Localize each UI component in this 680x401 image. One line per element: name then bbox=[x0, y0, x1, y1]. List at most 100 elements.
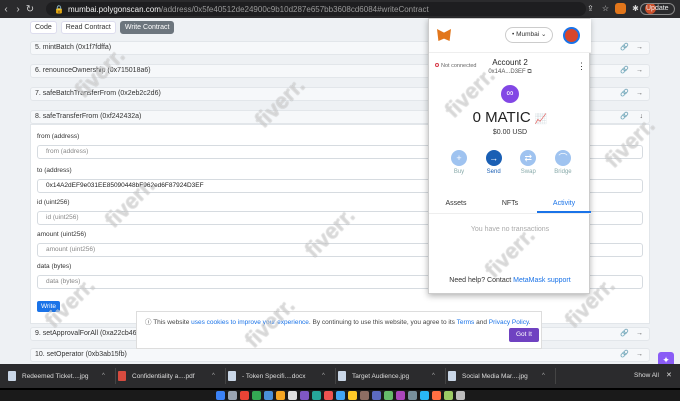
show-all-button[interactable]: Show All bbox=[634, 372, 659, 379]
link-icon[interactable]: 🔗 bbox=[620, 111, 629, 123]
function-row-setoperator[interactable]: 10. setOperator (0xb3ab15fb) 🔗 → bbox=[30, 348, 650, 362]
url-bar[interactable]: 🔒 mumbai.polygonscan.com /address/0x5fe4… bbox=[46, 2, 586, 16]
swap-icon: ⇄ bbox=[520, 150, 537, 166]
cookie-policy-link[interactable]: uses cookies to improve your experience bbox=[191, 319, 309, 326]
function-label: 8. safeTransferFrom (0xf242432a) bbox=[35, 113, 142, 120]
swap-button[interactable]: ⇄ Swap bbox=[516, 150, 540, 175]
account-name[interactable]: Account 2 bbox=[429, 58, 591, 67]
app-icon[interactable] bbox=[395, 391, 405, 400]
update-button[interactable]: Update bbox=[640, 3, 675, 15]
account-menu-icon[interactable]: ⋮ bbox=[577, 61, 586, 72]
calendar-icon[interactable] bbox=[287, 391, 297, 400]
notes-icon[interactable] bbox=[275, 391, 285, 400]
metamask-header: • Mumbai ⌄ bbox=[429, 19, 591, 53]
help-text: Need help? Contact bbox=[449, 277, 514, 284]
metamask-fox-icon[interactable] bbox=[615, 3, 626, 14]
bridge-button[interactable]: ⌒ Bridge bbox=[551, 150, 575, 175]
app-icon[interactable] bbox=[383, 391, 393, 400]
share-icon[interactable]: ⇪ bbox=[585, 3, 596, 14]
tab-write-contract[interactable]: Write Contract bbox=[119, 21, 175, 34]
star-icon[interactable]: ☆ bbox=[600, 3, 611, 14]
reload-icon[interactable]: ↻ bbox=[24, 4, 36, 15]
download-item[interactable]: - Token Specifi....docx ^ bbox=[228, 368, 336, 384]
messages-icon[interactable] bbox=[251, 391, 261, 400]
metamask-tabs: Assets NFTs Activity bbox=[429, 194, 591, 214]
app-icon[interactable] bbox=[299, 391, 309, 400]
tab-activity[interactable]: Activity bbox=[537, 194, 591, 213]
link-icon[interactable]: 🔗 bbox=[620, 328, 629, 340]
wallet-actions: + Buy → Send ⇄ Swap ⌒ Bridge bbox=[447, 150, 575, 175]
buy-button[interactable]: + Buy bbox=[447, 150, 471, 175]
function-label: 5. mintBatch (0x1f7fdffa) bbox=[35, 44, 112, 51]
arrow-right-icon[interactable]: → bbox=[636, 88, 643, 100]
finder-icon[interactable] bbox=[215, 391, 225, 400]
app-icon[interactable] bbox=[335, 391, 345, 400]
app-icon[interactable] bbox=[443, 391, 453, 400]
plus-icon: + bbox=[451, 150, 467, 166]
terms-link[interactable]: Terms bbox=[457, 319, 475, 326]
tab-read-contract[interactable]: Read Contract bbox=[60, 21, 116, 34]
arrow-right-icon[interactable]: → bbox=[636, 349, 643, 361]
app-icon[interactable] bbox=[347, 391, 357, 400]
link-icon[interactable]: 🔗 bbox=[620, 42, 629, 54]
close-icon[interactable]: ✕ bbox=[666, 371, 672, 379]
arrow-right-icon[interactable]: → bbox=[636, 42, 643, 54]
send-button[interactable]: → Send bbox=[482, 150, 506, 175]
chrome-icon[interactable] bbox=[239, 391, 249, 400]
file-icon bbox=[228, 371, 236, 381]
balance-value: 0 MATIC bbox=[472, 109, 531, 126]
data-label: data (bytes) bbox=[37, 263, 72, 270]
app-icon[interactable] bbox=[431, 391, 441, 400]
download-filename: - Token Specifi....docx bbox=[242, 372, 306, 380]
chevron-up-icon[interactable]: ^ bbox=[432, 373, 435, 379]
tab-assets[interactable]: Assets bbox=[429, 194, 483, 213]
back-icon[interactable]: ‹ bbox=[0, 4, 12, 15]
app-icon[interactable] bbox=[323, 391, 333, 400]
chevron-up-icon[interactable]: ^ bbox=[102, 373, 105, 379]
download-item[interactable]: Confidentiality a....pdf ^ bbox=[118, 368, 226, 384]
account-avatar[interactable] bbox=[563, 27, 580, 44]
account-address[interactable]: 0x14A...D3EF ⧉ bbox=[429, 69, 591, 76]
launchpad-icon[interactable] bbox=[227, 391, 237, 400]
network-selector[interactable]: • Mumbai ⌄ bbox=[505, 27, 553, 43]
cookie-banner: ⓘ This website uses cookies to improve y… bbox=[136, 311, 542, 349]
app-icon[interactable] bbox=[311, 391, 321, 400]
download-item[interactable]: Target Audience.jpg ^ bbox=[338, 368, 446, 384]
chevron-up-icon[interactable]: ^ bbox=[212, 373, 215, 379]
download-filename: Social Media Mar....jpg bbox=[462, 372, 528, 380]
matic-token-icon: ∞ bbox=[501, 85, 519, 103]
cookie-text: This website bbox=[153, 319, 192, 326]
arrow-down-icon[interactable]: ↓ bbox=[640, 111, 644, 123]
browser-toolbar: ‹ › ↻ 🔒 mumbai.polygonscan.com /address/… bbox=[0, 0, 680, 18]
download-item[interactable]: Social Media Mar....jpg ^ bbox=[448, 368, 556, 384]
download-item[interactable]: Redeemed Ticket....jpg ^ bbox=[8, 368, 116, 384]
support-link[interactable]: MetaMask support bbox=[513, 277, 571, 284]
buy-label: Buy bbox=[453, 169, 465, 175]
app-icon[interactable] bbox=[419, 391, 429, 400]
link-icon[interactable]: 🔗 bbox=[620, 349, 629, 361]
tab-code[interactable]: Code bbox=[30, 21, 57, 34]
chevron-up-icon[interactable]: ^ bbox=[542, 373, 545, 379]
bridge-label: Bridge bbox=[554, 169, 572, 175]
got-it-button[interactable]: Got It bbox=[509, 328, 539, 342]
mail-icon[interactable] bbox=[263, 391, 273, 400]
chat-icon[interactable]: ✦ bbox=[658, 352, 674, 364]
file-icon bbox=[448, 371, 456, 381]
link-icon[interactable]: 🔗 bbox=[620, 88, 629, 100]
trash-icon[interactable] bbox=[455, 391, 465, 400]
app-icon[interactable] bbox=[371, 391, 381, 400]
tab-nfts[interactable]: NFTs bbox=[483, 194, 537, 213]
app-icon[interactable] bbox=[407, 391, 417, 400]
privacy-policy-link[interactable]: Privacy Policy bbox=[489, 319, 529, 326]
link-icon[interactable]: 🔗 bbox=[620, 65, 629, 77]
chart-icon[interactable]: 📈 bbox=[535, 114, 547, 125]
download-filename: Redeemed Ticket....jpg bbox=[22, 372, 89, 380]
write-button[interactable]: Write bbox=[37, 301, 61, 312]
copy-icon[interactable]: ⧉ bbox=[527, 69, 531, 75]
arrow-right-icon[interactable]: → bbox=[636, 65, 643, 77]
cookie-text: . bbox=[528, 319, 531, 326]
arrow-right-icon[interactable]: → bbox=[636, 328, 643, 340]
forward-icon[interactable]: › bbox=[12, 4, 24, 15]
chevron-up-icon[interactable]: ^ bbox=[322, 373, 325, 379]
app-icon[interactable] bbox=[359, 391, 369, 400]
